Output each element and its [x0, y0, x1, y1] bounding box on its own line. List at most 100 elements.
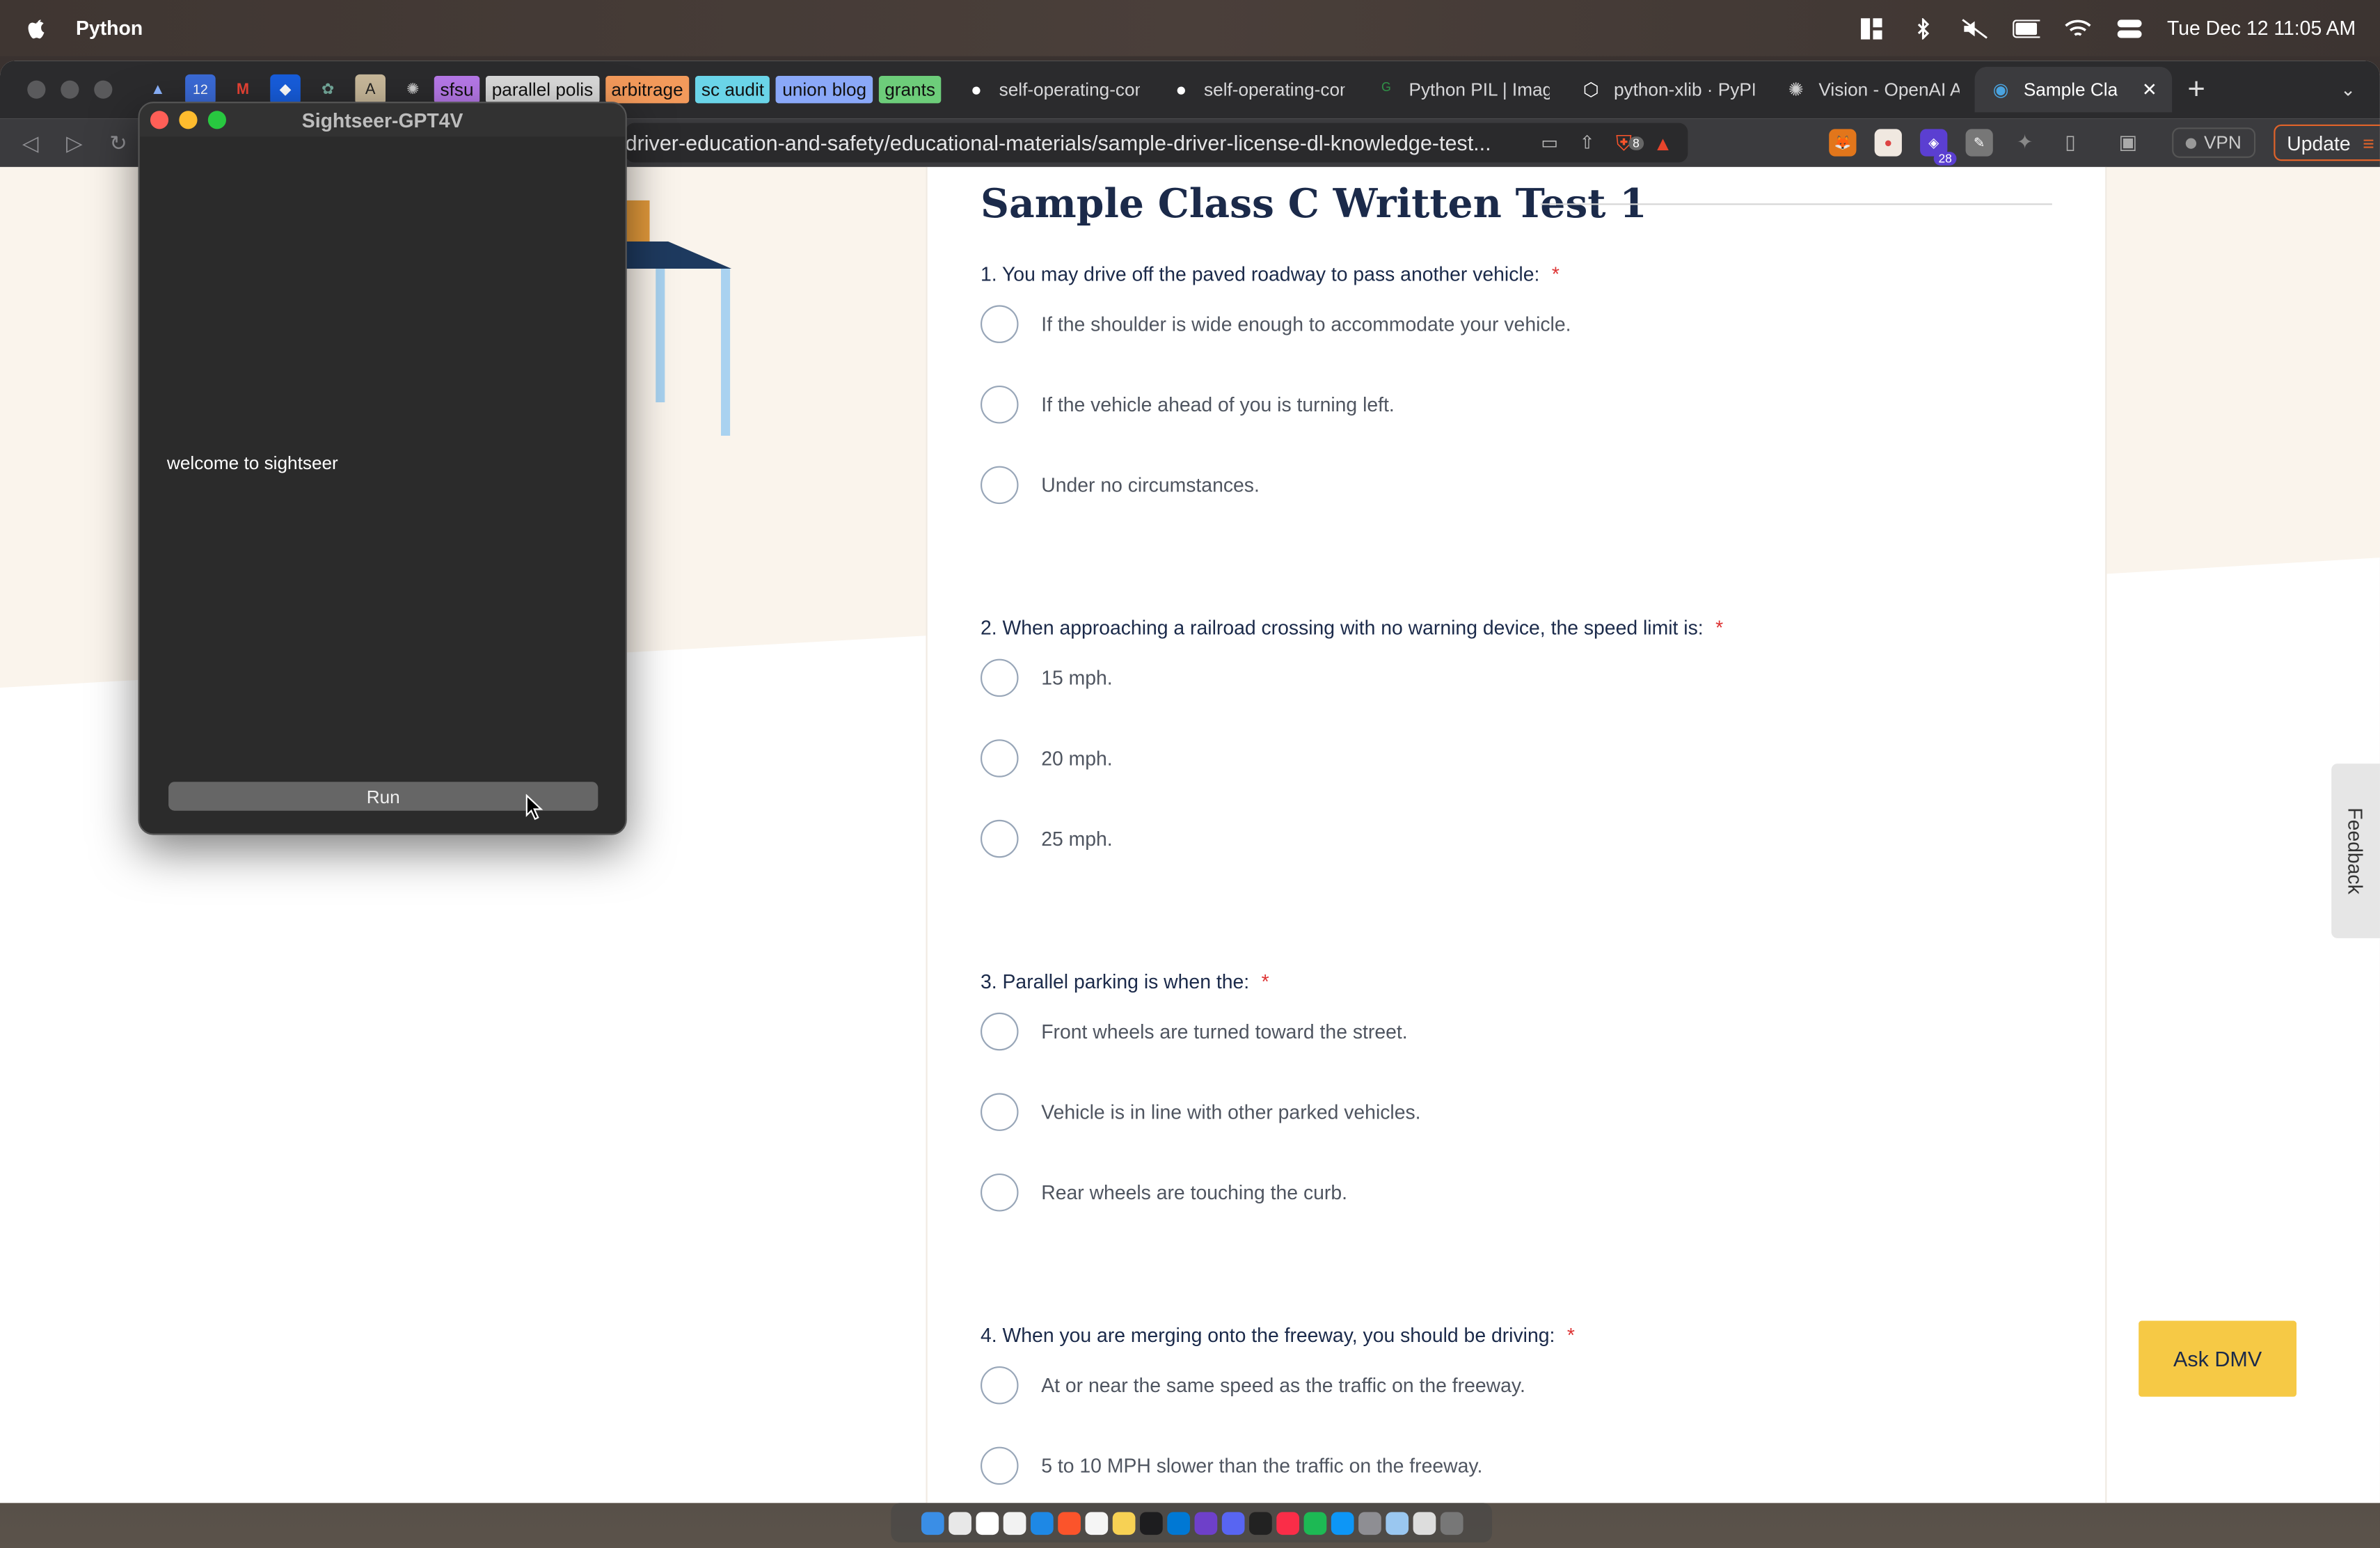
- feedback-tab[interactable]: Feedback: [2331, 764, 2380, 938]
- close-dot-icon[interactable]: [27, 80, 46, 99]
- calendar-pinned-icon[interactable]: 12: [185, 74, 216, 105]
- answer-option[interactable]: If the vehicle ahead of you is turning l…: [980, 385, 1395, 424]
- discord-icon[interactable]: [1221, 1511, 1244, 1535]
- cast-icon[interactable]: ▭: [1541, 132, 1558, 154]
- preview-icon[interactable]: [1385, 1511, 1408, 1535]
- option-label[interactable]: 15 mph.: [1041, 667, 1112, 690]
- notes-icon[interactable]: [1002, 1511, 1026, 1535]
- option-label[interactable]: If the shoulder is wide enough to accomm…: [1041, 313, 1571, 335]
- trash-icon[interactable]: [1439, 1511, 1463, 1535]
- answer-option[interactable]: Rear wheels are touching the curb.: [980, 1173, 1347, 1212]
- tab-group-union-blog[interactable]: union blog: [776, 76, 873, 104]
- option-label[interactable]: Under no circumstances.: [1041, 474, 1260, 497]
- safari-icon[interactable]: [1029, 1511, 1053, 1535]
- radio-button[interactable]: [980, 658, 1019, 697]
- control-center-icon[interactable]: [2116, 17, 2143, 39]
- update-button[interactable]: Update ≡: [2273, 124, 2380, 161]
- github-desktop-icon[interactable]: [1193, 1511, 1217, 1535]
- wifi-icon[interactable]: [2064, 17, 2091, 39]
- terminal-icon[interactable]: [1248, 1511, 1271, 1535]
- extension-icon[interactable]: ●: [1874, 129, 1902, 157]
- bitwarden-icon[interactable]: ◆: [270, 74, 301, 105]
- reload-button[interactable]: ↻: [103, 127, 134, 158]
- anthropic-icon[interactable]: A: [355, 74, 386, 105]
- vpn-button[interactable]: VPN: [2172, 127, 2255, 158]
- spotify-icon[interactable]: [1303, 1511, 1326, 1535]
- option-label[interactable]: If the vehicle ahead of you is turning l…: [1041, 393, 1395, 416]
- answer-option[interactable]: 20 mph.: [980, 739, 1113, 777]
- launchpad-icon[interactable]: [948, 1511, 971, 1535]
- openai-icon[interactable]: ✺: [397, 74, 428, 105]
- minimize-dot-icon[interactable]: [61, 80, 79, 99]
- close-tab-icon[interactable]: ✕: [2142, 79, 2157, 100]
- answer-option[interactable]: At or near the same speed as the traffic…: [980, 1366, 1525, 1405]
- radio-button[interactable]: [980, 385, 1019, 424]
- tab-group-parallel-polis[interactable]: parallel polis: [485, 76, 599, 104]
- tab[interactable]: ᴳ Python PIL | ImageG: [1360, 67, 1565, 112]
- notes-extension-icon[interactable]: ✎: [1965, 129, 1993, 157]
- xcode-icon[interactable]: [1139, 1511, 1162, 1535]
- calendar-icon[interactable]: [975, 1511, 999, 1535]
- tab-list-chevron-icon[interactable]: ⌄: [2340, 79, 2356, 100]
- radio-button[interactable]: [980, 1093, 1019, 1131]
- tab[interactable]: ⬡ python-xlib · PyPI: [1565, 67, 1770, 112]
- extension-badge-icon[interactable]: ◈ 28: [1920, 129, 1957, 166]
- pinned-tab-icon[interactable]: ▲: [143, 74, 173, 105]
- address-bar[interactable]: driver-education-and-safety/educational-…: [625, 123, 1688, 163]
- back-button[interactable]: ◁: [15, 127, 46, 158]
- brave-rewards-icon[interactable]: ▲: [1653, 132, 1672, 155]
- battery-icon[interactable]: [2012, 17, 2040, 39]
- sightseer-titlebar[interactable]: Sightseer-GPT4V: [139, 103, 626, 137]
- tab[interactable]: ● self-operating-com: [1155, 67, 1360, 112]
- chatgpt-icon[interactable]: ✿: [312, 74, 343, 105]
- radio-button[interactable]: [980, 1366, 1019, 1405]
- ask-dmv-button[interactable]: Ask DMV: [2139, 1320, 2297, 1397]
- music-icon[interactable]: [1276, 1511, 1299, 1535]
- url-text[interactable]: driver-education-and-safety/educational-…: [626, 131, 1491, 155]
- vscode-icon[interactable]: [1166, 1511, 1189, 1535]
- radio-button[interactable]: [980, 1173, 1019, 1212]
- option-label[interactable]: At or near the same speed as the traffic…: [1041, 1374, 1525, 1397]
- option-label[interactable]: Vehicle is in line with other parked veh…: [1041, 1100, 1420, 1123]
- radio-button[interactable]: [980, 305, 1019, 343]
- option-label[interactable]: Front wheels are turned toward the stree…: [1041, 1020, 1407, 1043]
- tab-active[interactable]: ◉ Sample Class C ✕: [1975, 66, 2173, 113]
- answer-option[interactable]: 5 to 10 MPH slower than the traffic on t…: [980, 1446, 1482, 1485]
- tab-group-sfsu[interactable]: sfsu: [434, 76, 480, 104]
- tab-group-grants[interactable]: grants: [878, 76, 942, 104]
- settings-icon[interactable]: [1357, 1511, 1381, 1535]
- zoom-dot-icon[interactable]: [94, 80, 113, 99]
- tab-group-arbitrage[interactable]: arbitrage: [605, 76, 690, 104]
- wallet-icon[interactable]: ▣: [2114, 129, 2141, 156]
- bluetooth-icon[interactable]: [1909, 17, 1936, 39]
- answer-option[interactable]: Front wheels are turned toward the stree…: [980, 1012, 1408, 1051]
- mute-icon[interactable]: [1960, 17, 1988, 39]
- brave-shield-icon[interactable]: ⛨ 8: [1616, 129, 1644, 155]
- pencil-icon[interactable]: [1412, 1511, 1436, 1535]
- sidebar-icon[interactable]: ▯: [2056, 129, 2084, 156]
- tab[interactable]: ✺ Vision - OpenAI API: [1770, 67, 1975, 112]
- layout-icon[interactable]: [1857, 17, 1885, 39]
- option-label[interactable]: Rear wheels are touching the curb.: [1041, 1181, 1347, 1204]
- answer-option[interactable]: 15 mph.: [980, 658, 1113, 697]
- tab[interactable]: ● self-operating-com: [951, 67, 1155, 112]
- option-label[interactable]: 20 mph.: [1041, 747, 1112, 770]
- radio-button[interactable]: [980, 819, 1019, 858]
- appstore-icon[interactable]: [1330, 1511, 1354, 1535]
- active-app-name[interactable]: Python: [76, 17, 143, 40]
- tab-group-sc-audit[interactable]: sc audit: [695, 76, 770, 104]
- brave-icon[interactable]: [1057, 1511, 1080, 1535]
- metamask-icon[interactable]: 🦊: [1829, 129, 1857, 157]
- radio-button[interactable]: [980, 1446, 1019, 1485]
- finder-icon[interactable]: [920, 1511, 944, 1535]
- forward-button[interactable]: ▷: [59, 127, 90, 158]
- gmail-icon[interactable]: M: [228, 74, 258, 105]
- apple-icon[interactable]: [24, 15, 49, 42]
- option-label[interactable]: 5 to 10 MPH slower than the traffic on t…: [1041, 1454, 1482, 1477]
- radio-button[interactable]: [980, 739, 1019, 777]
- radio-button[interactable]: [980, 466, 1019, 505]
- share-icon[interactable]: ⇧: [1580, 132, 1595, 154]
- option-label[interactable]: 25 mph.: [1041, 828, 1112, 851]
- answer-option[interactable]: Vehicle is in line with other parked veh…: [980, 1093, 1421, 1131]
- new-tab-button[interactable]: +: [2187, 72, 2205, 107]
